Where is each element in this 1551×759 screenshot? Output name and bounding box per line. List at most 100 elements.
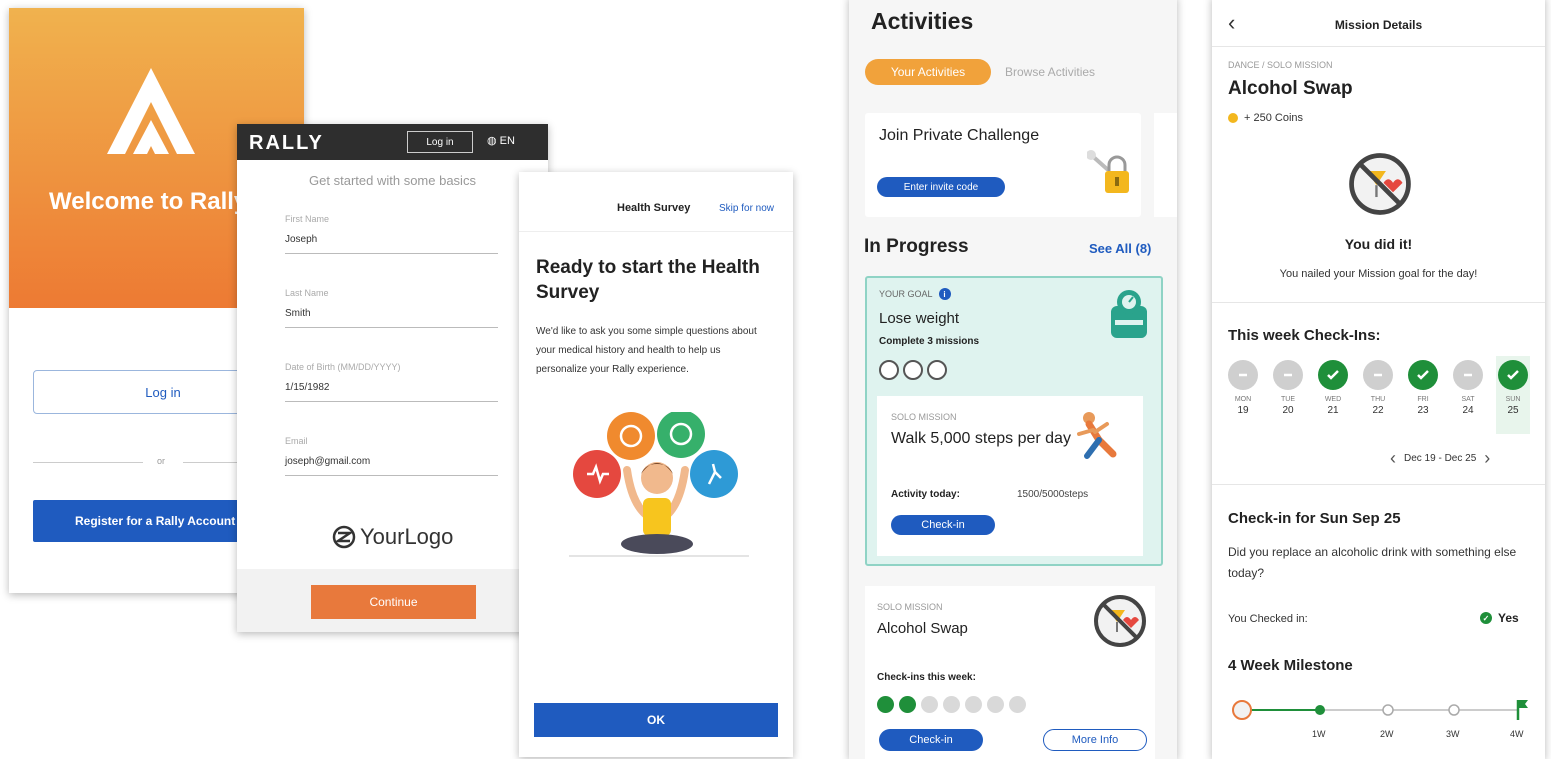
day-date: 20 [1282, 405, 1294, 416]
checkin-dot-empty [965, 696, 982, 713]
activity-value: 1500/5000steps [1017, 489, 1089, 500]
mission-details-screen: ‹ Mission Details DANCE / SOLO MISSION A… [1212, 0, 1545, 759]
day-name: MON [1234, 396, 1252, 403]
more-info-button[interactable]: More Info [1043, 729, 1147, 751]
see-all-link[interactable]: See All (8) [1089, 241, 1151, 256]
first-name-field[interactable]: First Name Joseph [285, 214, 498, 254]
field-value: joseph@gmail.com [285, 456, 371, 467]
private-challenge-card[interactable]: Join Private Challenge Enter invite code [865, 113, 1141, 217]
day-date: 23 [1417, 405, 1429, 416]
survey-header-title: Health Survey [617, 202, 691, 214]
day-date: 19 [1237, 405, 1249, 416]
alcohol-swap-card[interactable]: SOLO MISSION Alcohol Swap Check-ins this… [865, 586, 1155, 759]
info-icon[interactable]: i [938, 288, 951, 300]
day-checkin[interactable]: FRI 23 [1406, 356, 1440, 434]
skip-link[interactable]: Skip for now [719, 203, 774, 214]
milestone-label: 1W [1312, 729, 1326, 739]
day-name: THU [1370, 396, 1386, 403]
day-checkin[interactable]: TUE 20 [1271, 356, 1305, 434]
coin-icon [1228, 113, 1238, 123]
mission-title: Walk 5,000 steps per day [891, 430, 1071, 447]
goal-label: YOUR GOAL [879, 289, 933, 299]
checkin-button[interactable]: Check-in [891, 515, 995, 535]
register-subtitle: Get started with some basics [309, 173, 476, 188]
checkins-label: Check-ins this week: [877, 672, 976, 683]
checkin-dot-empty [1009, 696, 1026, 713]
checkin-dots [877, 696, 1026, 713]
check-icon [1498, 360, 1528, 390]
field-value: Smith [285, 308, 311, 319]
globe-icon: ◍ [487, 135, 497, 147]
continue-button[interactable]: Continue [311, 585, 476, 619]
goal-card[interactable]: YOUR GOAL i Lose weight Complete 3 missi… [865, 276, 1163, 566]
date-range-label: Dec 19 - Dec 25 [1404, 453, 1477, 464]
header-login-button[interactable]: Log in [407, 131, 473, 153]
chevron-left-icon[interactable]: ‹ [1390, 448, 1396, 469]
day-date: 21 [1327, 405, 1339, 416]
checkin-button[interactable]: Check-in [879, 729, 983, 751]
activities-screen: Activities Your Activities Browse Activi… [849, 0, 1177, 759]
survey-body: We'd like to ask you some simple questio… [536, 326, 757, 375]
day-checkin[interactable]: WED 21 [1316, 356, 1350, 434]
field-value: Joseph [285, 234, 318, 245]
checked-in-answer: Yes [1498, 611, 1519, 625]
private-challenge-title: Join Private Challenge [879, 127, 1040, 144]
chevron-right-icon[interactable]: › [1484, 448, 1490, 469]
field-label: First Name [285, 214, 330, 224]
your-logo-text: YourLogo [360, 524, 454, 549]
divider [1212, 484, 1545, 485]
check-icon: ✓ [1480, 612, 1492, 624]
dob-field[interactable]: Date of Birth (MM/DD/YYYY) 1/15/1982 [285, 362, 498, 402]
top-bar: RALLY Log in ◍ EN [237, 124, 548, 160]
tab-your-activities[interactable]: Your Activities [865, 59, 991, 85]
progress-circle [903, 360, 923, 380]
page-title: Activities [871, 8, 974, 34]
page-title: Mission Details [1334, 18, 1423, 32]
field-label: Last Name [285, 288, 329, 298]
week-checkins: MON 19 TUE 20 WED 21 THU 22 FRI 23 SAT 24 SUN 25 [1226, 356, 1532, 434]
no-alcohol-icon [1094, 595, 1146, 647]
empty-check-icon [1273, 360, 1303, 390]
check-icon [1318, 360, 1348, 390]
mission-title: Alcohol Swap [877, 620, 968, 637]
rally-brand: RALLY [249, 132, 324, 154]
coins-label: + 250 Coins [1244, 112, 1304, 124]
milestone-label: 2W [1380, 729, 1394, 739]
checkin-question: Did you replace an alcoholic drink with … [1228, 545, 1517, 580]
day-checkin[interactable]: THU 22 [1361, 356, 1395, 434]
milestone-heading: 4 Week Milestone [1228, 657, 1353, 674]
progress-circle [879, 360, 899, 380]
mission-name: Alcohol Swap [1228, 78, 1353, 99]
ok-button[interactable]: OK [534, 703, 778, 737]
tab-browse-activities[interactable]: Browse Activities [1005, 65, 1095, 79]
check-icon [1408, 360, 1438, 390]
checkin-dot-empty [943, 696, 960, 713]
day-checkin[interactable]: SUN 25 [1496, 356, 1530, 434]
welcome-title: Welcome to Rally [49, 188, 248, 215]
success-message: You nailed your Mission goal for the day… [1279, 268, 1478, 280]
day-name: SAT [1461, 396, 1475, 403]
week-checkins-heading: This week Check-Ins: [1228, 327, 1381, 344]
activity-label: Activity today: [891, 489, 960, 500]
day-checkin[interactable]: MON 19 [1226, 356, 1260, 434]
goal-label-row: YOUR GOAL i [879, 288, 951, 300]
progress-circle [927, 360, 947, 380]
your-logo-icon [332, 525, 356, 549]
your-logo: YourLogo [332, 524, 453, 550]
next-card-peek [1154, 113, 1177, 217]
goal-title: Lose weight [879, 310, 960, 327]
milestone-line [1232, 700, 1528, 720]
divider [1212, 46, 1545, 47]
goal-subtitle: Complete 3 missions [879, 336, 980, 347]
email-field[interactable]: Email joseph@gmail.com [285, 436, 498, 476]
field-label: Email [285, 436, 308, 446]
checkin-dot-done [899, 696, 916, 713]
survey-screen: Health Survey Skip for now Ready to star… [519, 172, 793, 757]
last-name-field[interactable]: Last Name Smith [285, 288, 498, 328]
invite-code-button[interactable]: Enter invite code [877, 177, 1005, 197]
mission-card[interactable]: SOLO MISSION Walk 5,000 steps per day Ac… [877, 396, 1143, 556]
day-checkin[interactable]: SAT 24 [1451, 356, 1485, 434]
survey-heading: Ready to start the Health Survey [536, 257, 760, 303]
day-name: WED [1324, 396, 1342, 403]
language-selector[interactable]: ◍ EN [487, 134, 515, 147]
